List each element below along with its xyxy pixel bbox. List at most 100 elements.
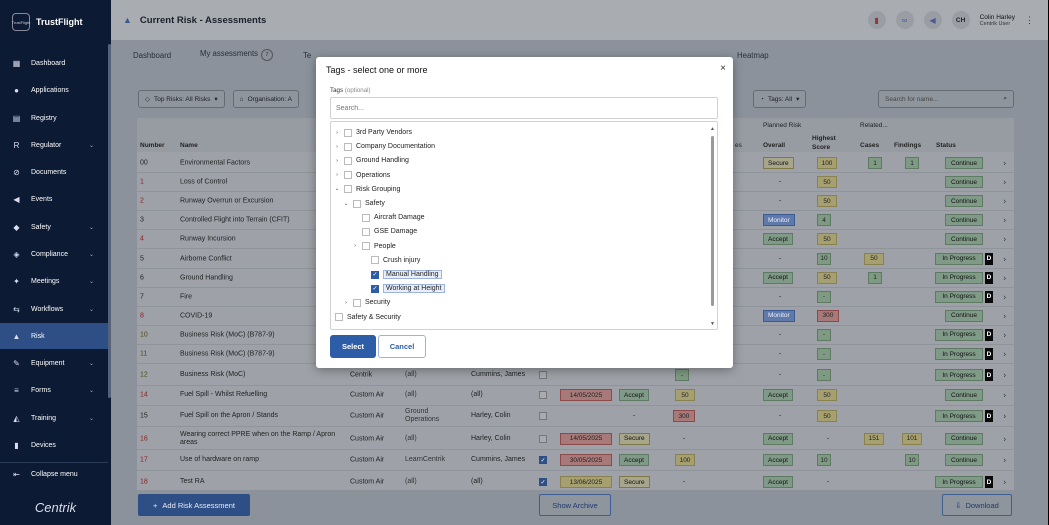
chevron-right-icon[interactable]: › — [334, 158, 340, 164]
tree-item[interactable]: ✓ Working at Height — [361, 282, 445, 295]
status-button[interactable]: In Progress — [935, 369, 983, 381]
tree-item[interactable]: Aircraft Damage — [352, 211, 425, 224]
status-button[interactable]: Continue — [945, 233, 983, 246]
tree-item[interactable]: ⌄ Risk Grouping — [334, 183, 400, 196]
tree-checkbox[interactable] — [344, 171, 352, 180]
tree-checkbox[interactable]: ✓ — [371, 284, 379, 293]
status-button[interactable]: Continue — [945, 176, 983, 189]
chevron-right-icon[interactable]: › — [1003, 434, 1006, 443]
col-cases[interactable]: Cases — [860, 142, 879, 149]
sidebar-item-devices[interactable]: ▮ Devices — [0, 432, 108, 458]
tree-item[interactable]: › Company Documentation — [334, 140, 435, 153]
row-checkbox[interactable] — [539, 371, 547, 379]
col-status[interactable]: Status — [936, 142, 956, 149]
tree-checkbox[interactable] — [344, 156, 352, 165]
col-overall[interactable]: Overall — [763, 142, 785, 149]
tree-checkbox[interactable] — [344, 185, 352, 194]
chevron-right-icon[interactable]: › — [352, 243, 358, 249]
tree-checkbox[interactable] — [344, 142, 352, 151]
tree-checkbox[interactable] — [362, 213, 370, 222]
select-button[interactable]: Select — [330, 335, 376, 358]
chevron-right-icon[interactable]: › — [343, 300, 349, 306]
table-row[interactable]: 12 Business Risk (MoC) Centrik (all) Cummins… — [137, 365, 1014, 386]
more-menu-icon[interactable]: ⋮ — [1025, 15, 1034, 26]
chevron-right-icon[interactable]: › — [1003, 235, 1006, 244]
tab-te[interactable]: Te — [303, 51, 311, 60]
download-button[interactable]: ⇩ Download — [942, 494, 1012, 516]
collapse-menu-button[interactable]: ⇤ Collapse menu — [0, 462, 108, 486]
organisation-filter[interactable]: ⌂ Organisation: A — [232, 90, 300, 108]
chevron-right-icon[interactable]: › — [1003, 371, 1006, 380]
status-button[interactable]: Continue — [945, 195, 983, 208]
top-risks-filter[interactable]: ◇ Top Risks: All Risks ▾ — [138, 90, 225, 108]
add-risk-assessment-button[interactable]: + Add Risk Assessment — [138, 494, 250, 516]
sidebar-item-safety[interactable]: ◆ Safety ⌄ — [0, 214, 108, 240]
status-button[interactable]: In Progress — [935, 348, 983, 360]
tree-item[interactable]: Safety & Security — [335, 311, 401, 324]
tree-item[interactable]: ⌄ Safety — [343, 197, 385, 210]
row-checkbox[interactable] — [539, 391, 547, 399]
row-checkbox[interactable] — [539, 434, 547, 443]
tree-checkbox[interactable] — [353, 298, 361, 307]
brand[interactable]: TrustFlight TrustFlight — [0, 0, 111, 44]
table-row[interactable]: 15 Fuel Spill on the Apron / Stands Custom… — [137, 406, 1014, 427]
sidebar-item-applications[interactable]: ● Applications — [0, 77, 108, 103]
status-button[interactable]: Continue — [945, 454, 983, 466]
sidebar-item-training[interactable]: ◭ Training ⌄ — [0, 405, 108, 431]
col-highest-score[interactable]: Highest Score — [812, 134, 842, 152]
tags-search-input[interactable] — [330, 97, 718, 119]
sidebar-item-dashboard[interactable]: ▦ Dashboard — [0, 50, 108, 76]
chevron-right-icon[interactable]: › — [1003, 178, 1006, 187]
chevron-right-icon[interactable]: › — [1003, 330, 1006, 339]
col-name[interactable]: Name — [180, 142, 198, 149]
close-icon[interactable]: × — [720, 63, 726, 74]
status-button[interactable]: Continue — [945, 214, 983, 227]
sidebar-item-meetings[interactable]: ✦ Meetings ⌄ — [0, 268, 108, 294]
tree-item[interactable]: GSE Damage — [352, 225, 417, 238]
chevron-right-icon[interactable]: › — [1003, 412, 1006, 421]
show-archive-button[interactable]: Show Archive — [539, 494, 611, 516]
tree-item[interactable]: › Operations — [334, 169, 390, 182]
chevron-right-icon[interactable]: › — [1003, 216, 1006, 225]
col-number[interactable]: Number — [140, 142, 165, 149]
sidebar-item-compliance[interactable]: ◈ Compliance ⌄ — [0, 241, 108, 267]
table-row[interactable]: 17 Use of hardware on ramp Custom Air Learn… — [137, 450, 1014, 471]
chevron-right-icon[interactable]: › — [1003, 311, 1006, 320]
chevron-right-icon[interactable]: › — [1003, 197, 1006, 206]
sidebar-item-equipment[interactable]: ✎ Equipment ⌄ — [0, 350, 108, 376]
tree-item[interactable]: › Security — [343, 296, 390, 309]
chevron-down-icon[interactable]: ⌄ — [334, 186, 340, 192]
table-row[interactable]: 18 Test RA Custom Air (all) (all) ✓ 13/06/2025… — [137, 472, 1014, 493]
notifications-icon[interactable]: ▮ — [867, 11, 886, 29]
sidebar-item-registry[interactable]: ▤ Registry — [0, 105, 108, 131]
sidebar-item-documents[interactable]: ⊘ Documents — [0, 159, 108, 185]
tree-checkbox[interactable] — [371, 256, 379, 265]
tags-filter[interactable]: ◔ Tags: All ▾ — [753, 90, 807, 108]
sidebar-item-forms[interactable]: ≡ Forms ⌄ — [0, 377, 108, 403]
status-button[interactable]: Continue — [945, 157, 983, 169]
tab-dashboard[interactable]: Dashboard — [133, 51, 171, 60]
scroll-up-icon[interactable]: ▲ — [710, 126, 715, 132]
avatar[interactable]: CH — [951, 11, 970, 29]
chevron-right-icon[interactable]: › — [334, 130, 340, 136]
chevron-right-icon[interactable]: › — [334, 144, 340, 150]
table-row[interactable]: 14 Fuel Spill - Whilst Refuelling Custom A… — [137, 385, 1014, 406]
col-findings[interactable]: Findings — [894, 142, 921, 149]
sidebar-item-risk[interactable]: ▲ Risk — [0, 323, 108, 349]
tree-scrollbar[interactable]: ▲ ▼ — [710, 126, 715, 327]
status-button[interactable]: In Progress — [935, 410, 983, 422]
tree-item[interactable]: › 3rd Party Vendors — [334, 126, 412, 139]
tree-item[interactable]: › People — [352, 240, 396, 253]
tree-item[interactable]: Crush injury — [361, 254, 420, 267]
chevron-right-icon[interactable]: › — [334, 172, 340, 178]
tree-item[interactable]: ✓ Manual Handling — [361, 268, 442, 281]
tab-heatmap[interactable]: Heatmap — [737, 51, 769, 60]
tab-my-assessments[interactable]: My assessments 7 — [200, 49, 274, 61]
sidebar-item-events[interactable]: ◀ Events — [0, 186, 108, 212]
tree-item[interactable]: › Ground Handling — [334, 154, 409, 167]
chevron-right-icon[interactable]: › — [1003, 159, 1006, 168]
scroll-thumb[interactable] — [711, 136, 714, 306]
row-checkbox[interactable] — [539, 412, 547, 420]
announce-icon[interactable]: ◀ — [923, 11, 942, 29]
status-button[interactable]: In Progress — [935, 271, 983, 284]
